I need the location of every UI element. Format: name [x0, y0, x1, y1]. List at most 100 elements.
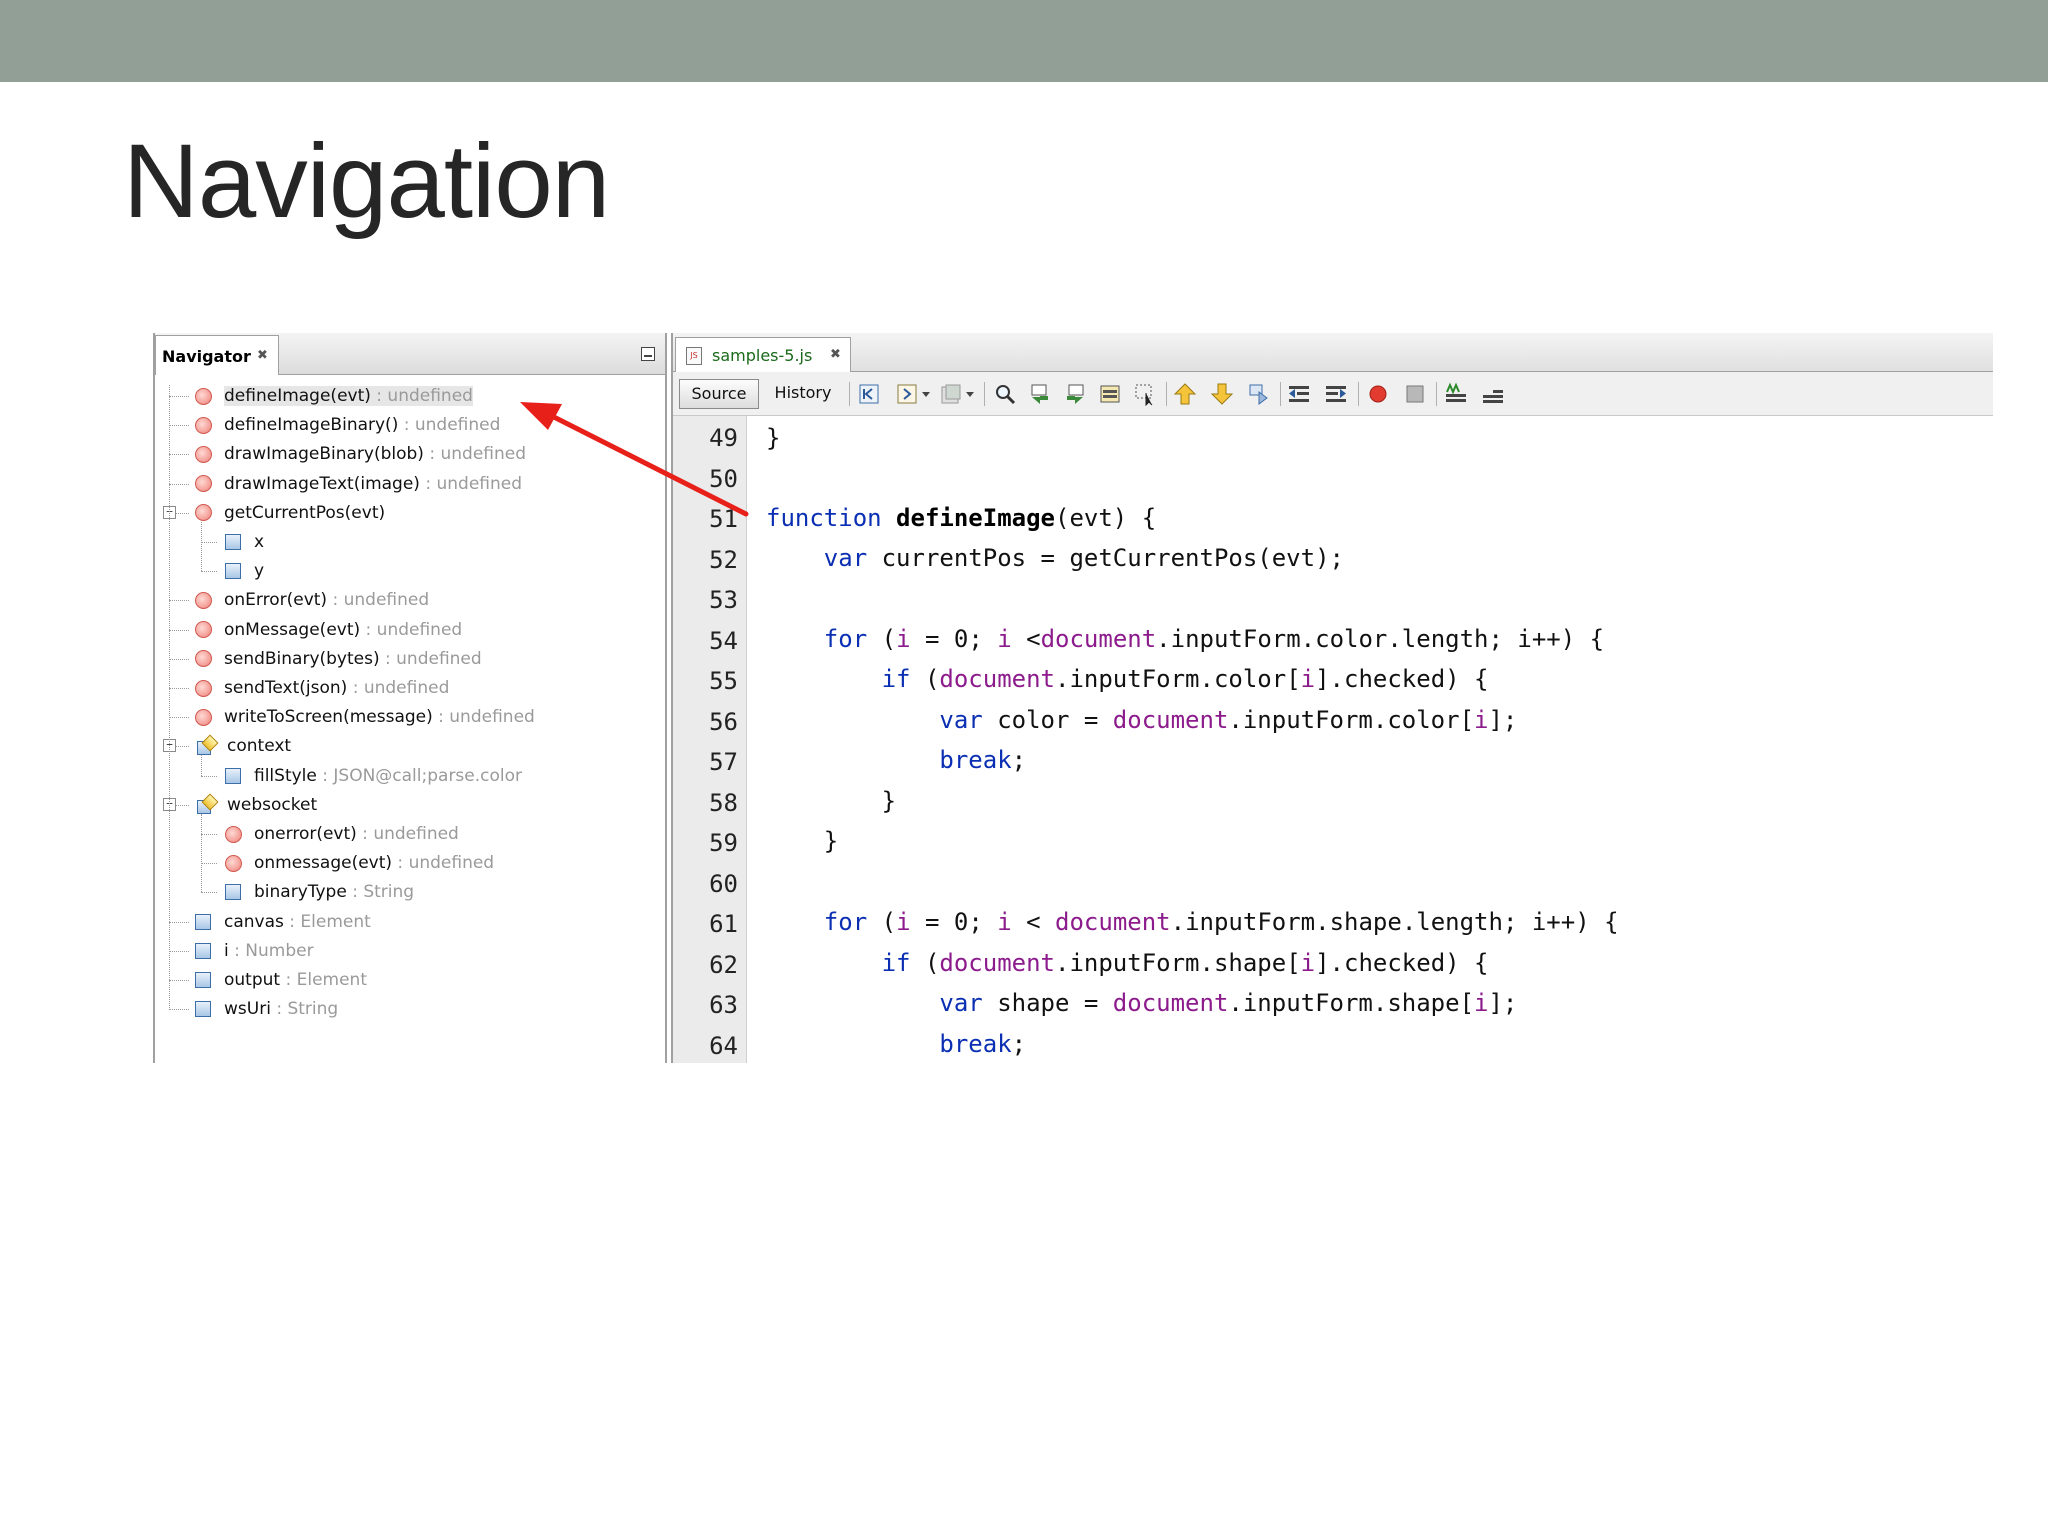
tree-item-drawimagetext[interactable]: drawImageText(image) : undefined [195, 471, 522, 497]
line-number: 51 [709, 505, 738, 533]
js-file-icon: JS [686, 347, 702, 365]
start-macro-icon[interactable] [1366, 382, 1390, 406]
tree-item-type: : undefined [327, 590, 430, 611]
tree-item-sendtext[interactable]: sendText(json) : undefined [195, 675, 449, 701]
stop-macro-icon[interactable] [1403, 382, 1427, 406]
code-line-54: for (i = 0; i <document.inputForm.color.… [823, 625, 1605, 653]
comment-icon[interactable] [1444, 382, 1468, 406]
tree-connector [201, 521, 202, 572]
tree-item-onerror[interactable]: onError(evt) : undefined [195, 587, 429, 613]
tree-item-type: : String [346, 882, 415, 903]
toggle-highlight-icon[interactable] [1098, 382, 1122, 406]
tree-item-name: sendText(json) [224, 678, 348, 698]
tree-item-getcurrentpos[interactable]: getCurrentPos(evt) [195, 500, 385, 526]
tree-item-type: : undefined [379, 648, 482, 669]
code-area[interactable]: 49 50 51 52 53 54 55 56 57 58 59 60 61 62 63 64 } funct… [673, 416, 1993, 1063]
object-icon [195, 793, 219, 816]
toolbar-separator [1166, 382, 1167, 406]
tree-item-label: onmessage(evt) : undefined [254, 853, 494, 873]
method-icon [195, 387, 212, 405]
tree-item-label: drawImageBinary(blob) : undefined [224, 444, 526, 464]
tree-connector [169, 454, 189, 456]
tree-item-x[interactable]: x [225, 529, 264, 555]
line-number: 54 [709, 626, 738, 655]
tree-item-label: writeToScreen(message) : undefined [224, 707, 535, 727]
tree-item-defineimagebinary[interactable]: defineImageBinary() : undefined [195, 412, 500, 438]
tree-item-label: context [227, 736, 291, 756]
tree-item-label: defineImage(evt) : undefined [224, 386, 473, 406]
dropdown-icon[interactable] [964, 382, 976, 406]
tree-item-type: : Element [283, 911, 371, 932]
tree-item-drawimagebinary[interactable]: drawImageBinary(blob) : undefined [195, 441, 526, 467]
tree-item-context[interactable]: context [195, 733, 291, 759]
field-icon [225, 534, 241, 550]
previous-bookmark-icon[interactable] [1173, 382, 1197, 406]
uncomment-icon[interactable] [1481, 382, 1505, 406]
find-selection-icon[interactable] [1133, 382, 1157, 406]
tree-item-type: : undefined [370, 386, 473, 406]
tree-connector [201, 571, 217, 573]
tree-item-y[interactable]: y [225, 558, 264, 584]
tree-item-label: x [254, 532, 264, 552]
tree-item-name: onMessage(evt) [224, 619, 361, 640]
forward-history-icon[interactable] [895, 382, 919, 406]
line-number: 57 [709, 748, 738, 776]
last-edit-icon[interactable] [939, 382, 963, 406]
file-tab-samples[interactable]: JS samples-5.js ✖ [675, 337, 851, 372]
code-line-62: if (document.inputForm.shape[i].checked)… [881, 949, 1489, 977]
method-icon [195, 445, 212, 463]
tree-item-binarytype[interactable]: binaryType : String [225, 879, 414, 905]
code-line-55: if (document.inputForm.color[i].checked)… [881, 665, 1489, 693]
tree-item-name: canvas [224, 911, 284, 932]
field-icon [195, 972, 211, 988]
method-icon [195, 679, 212, 697]
tree-item-name: y [254, 561, 265, 582]
dropdown-icon[interactable] [920, 382, 932, 406]
source-button[interactable]: Source [679, 379, 759, 409]
tree-item-i[interactable]: i : Number [195, 938, 314, 964]
line-number: 61 [709, 910, 738, 938]
line-number: 59 [709, 829, 738, 857]
tree-item-canvas[interactable]: canvas : Element [195, 909, 371, 935]
tree-item-websocket[interactable]: websocket [195, 792, 317, 818]
tree-item-label: output : Element [224, 970, 367, 990]
tree-item-onerror[interactable]: onerror(evt) : undefined [225, 821, 459, 847]
shift-left-icon[interactable] [1287, 382, 1311, 406]
line-number: 55 [709, 667, 738, 695]
minimize-icon[interactable] [641, 347, 655, 361]
tree-item-wsuri[interactable]: wsUri : String [195, 996, 338, 1022]
toolbar-separator [1436, 382, 1437, 406]
toolbar-separator [1280, 382, 1281, 406]
editor-toolbar: Source History [673, 372, 1993, 416]
method-icon [225, 825, 242, 843]
shift-right-icon[interactable] [1324, 382, 1348, 406]
line-number: 60 [709, 869, 738, 898]
tree-item-onmessage[interactable]: onMessage(evt) : undefined [195, 617, 462, 643]
method-icon [195, 504, 212, 522]
tree-item-output[interactable]: output : Element [195, 967, 367, 993]
tree-connector [169, 600, 189, 602]
tree-item-name: defineImageBinary() [224, 415, 399, 436]
tree-item-name: websocket [227, 794, 318, 815]
field-icon [195, 942, 211, 959]
find-icon[interactable] [993, 382, 1017, 406]
find-next-icon[interactable] [1063, 382, 1087, 406]
next-bookmark-icon[interactable] [1210, 382, 1234, 406]
tree-item-type: : Number [228, 940, 314, 961]
back-icon[interactable] [857, 382, 881, 406]
tree-item-writetoscreen[interactable]: writeToScreen(message) : undefined [195, 704, 535, 730]
tree-item-fillstyle[interactable]: fillStyle : JSON@call;parse.color [225, 763, 522, 789]
line-number: 63 [709, 991, 738, 1019]
tree-item-sendbinary[interactable]: sendBinary(bytes) : undefined [195, 646, 482, 672]
close-icon[interactable]: ✖ [830, 347, 841, 362]
tree-item-onmessage[interactable]: onmessage(evt) : undefined [225, 850, 494, 876]
navigator-tab[interactable]: Navigator ✖ [155, 335, 279, 375]
history-button[interactable]: History [763, 379, 843, 409]
tree-item-defineimage[interactable]: defineImage(evt) : undefined [195, 383, 473, 409]
close-icon[interactable]: ✖ [257, 348, 268, 363]
field-icon [225, 563, 241, 580]
tree-item-type: : undefined [392, 853, 495, 874]
line-number: 56 [709, 707, 738, 736]
toggle-bookmark-icon[interactable] [1247, 382, 1271, 406]
find-previous-icon[interactable] [1028, 382, 1052, 406]
